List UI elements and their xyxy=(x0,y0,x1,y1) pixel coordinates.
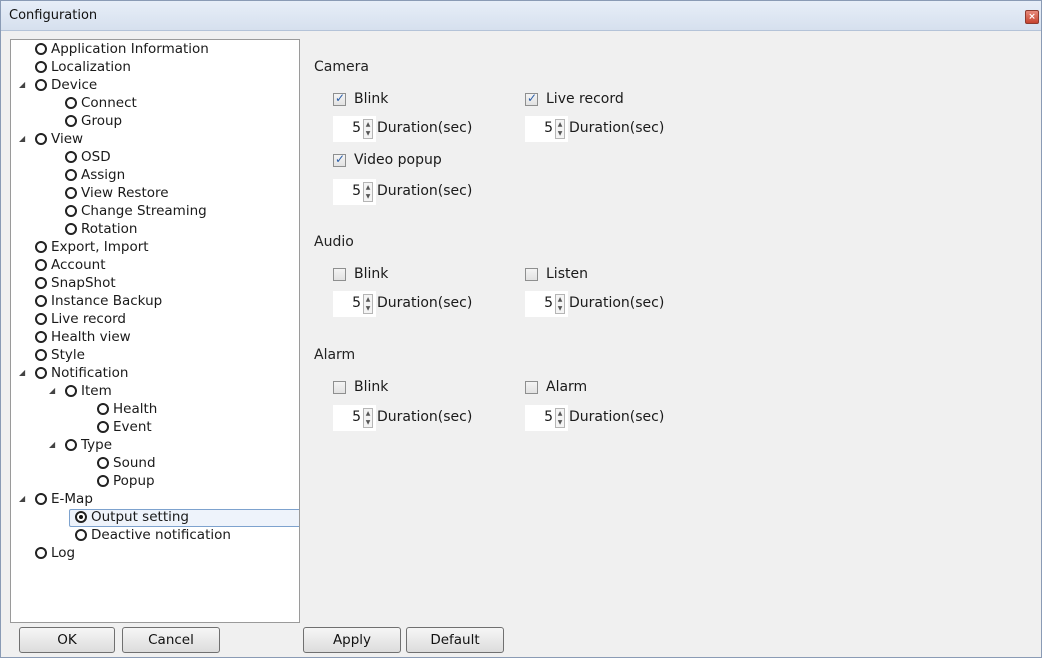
radio-icon xyxy=(35,493,47,505)
cancel-button[interactable]: Cancel xyxy=(122,627,220,653)
audio-section-title: Audio xyxy=(314,234,354,250)
radio-icon xyxy=(97,457,109,469)
radio-icon xyxy=(35,277,47,289)
checkbox-icon xyxy=(525,381,538,394)
radio-icon xyxy=(35,61,47,73)
radio-icon xyxy=(35,331,47,343)
expand-arrow-icon[interactable]: ◢ xyxy=(19,490,29,508)
spin-arrows-icon[interactable]: ▲ ▼ xyxy=(555,294,565,314)
radio-icon xyxy=(97,421,109,433)
radio-icon xyxy=(35,547,47,559)
expand-arrow-icon[interactable]: ◢ xyxy=(19,76,29,94)
configuration-window: Configuration × Application Information … xyxy=(0,0,1042,658)
alarm-blink-duration-stepper[interactable]: 5 ▲ ▼ Duration(sec) xyxy=(333,405,513,431)
camera-live-record-checkbox[interactable]: Live record xyxy=(525,91,665,109)
radio-icon xyxy=(65,205,77,217)
spin-arrows-icon[interactable]: ▲ ▼ xyxy=(555,408,565,428)
close-icon[interactable]: × xyxy=(1025,10,1039,24)
audio-listen-checkbox[interactable]: Listen xyxy=(525,266,645,284)
radio-icon xyxy=(65,439,77,451)
radio-icon xyxy=(75,529,87,541)
settings-tree: Application Information Localization ◢ De… xyxy=(10,39,300,623)
radio-icon xyxy=(65,169,77,181)
radio-icon xyxy=(35,295,47,307)
audio-listen-duration-stepper[interactable]: 5 ▲ ▼ Duration(sec) xyxy=(525,291,705,317)
alarm-blink-checkbox[interactable]: Blink xyxy=(333,379,453,397)
radio-selected-icon xyxy=(75,511,87,523)
camera-blink-checkbox[interactable]: Blink xyxy=(333,91,453,109)
ok-button[interactable]: OK xyxy=(19,627,115,653)
radio-icon xyxy=(35,79,47,91)
alarm-section-title: Alarm xyxy=(314,347,356,363)
radio-icon xyxy=(35,313,47,325)
spin-arrows-icon[interactable]: ▲ ▼ xyxy=(363,119,373,139)
spin-arrows-icon[interactable]: ▲ ▼ xyxy=(363,294,373,314)
title-bar[interactable]: Configuration × xyxy=(1,1,1041,31)
alarm-alarm-duration-stepper[interactable]: 5 ▲ ▼ Duration(sec) xyxy=(525,405,705,431)
window-title: Configuration xyxy=(9,8,98,23)
radio-icon xyxy=(65,115,77,127)
radio-icon xyxy=(65,223,77,235)
expand-arrow-icon[interactable]: ◢ xyxy=(19,130,29,148)
camera-section-title: Camera xyxy=(314,59,369,75)
checkbox-icon xyxy=(333,381,346,394)
apply-button[interactable]: Apply xyxy=(303,627,401,653)
radio-icon xyxy=(65,151,77,163)
radio-icon xyxy=(97,403,109,415)
radio-icon xyxy=(35,259,47,271)
expand-arrow-icon[interactable]: ◢ xyxy=(49,436,59,454)
radio-icon xyxy=(65,385,77,397)
camera-live-record-duration-stepper[interactable]: 5 ▲ ▼ Duration(sec) xyxy=(525,116,705,142)
camera-blink-duration-stepper[interactable]: 5 ▲ ▼ Duration(sec) xyxy=(333,116,513,142)
radio-icon xyxy=(35,367,47,379)
spin-arrows-icon[interactable]: ▲ ▼ xyxy=(363,408,373,428)
spin-arrows-icon[interactable]: ▲ ▼ xyxy=(555,119,565,139)
camera-video-popup-duration-stepper[interactable]: 5 ▲ ▼ Duration(sec) xyxy=(333,179,513,205)
checkbox-checked-icon xyxy=(525,91,538,106)
audio-blink-duration-stepper[interactable]: 5 ▲ ▼ Duration(sec) xyxy=(333,291,513,317)
checkbox-checked-icon xyxy=(333,152,346,167)
radio-icon xyxy=(35,349,47,361)
expand-arrow-icon[interactable]: ◢ xyxy=(49,382,59,400)
radio-icon xyxy=(97,475,109,487)
checkbox-icon xyxy=(525,268,538,281)
radio-icon xyxy=(35,241,47,253)
checkbox-icon xyxy=(333,268,346,281)
expand-arrow-icon[interactable]: ◢ xyxy=(19,364,29,382)
radio-icon xyxy=(35,133,47,145)
alarm-alarm-checkbox[interactable]: Alarm xyxy=(525,379,645,397)
audio-blink-checkbox[interactable]: Blink xyxy=(333,266,453,284)
spin-arrows-icon[interactable]: ▲ ▼ xyxy=(363,182,373,202)
radio-icon xyxy=(35,43,47,55)
radio-icon xyxy=(65,187,77,199)
default-button[interactable]: Default xyxy=(406,627,504,653)
checkbox-checked-icon xyxy=(333,91,346,106)
camera-video-popup-checkbox[interactable]: Video popup xyxy=(333,152,473,170)
radio-icon xyxy=(65,97,77,109)
